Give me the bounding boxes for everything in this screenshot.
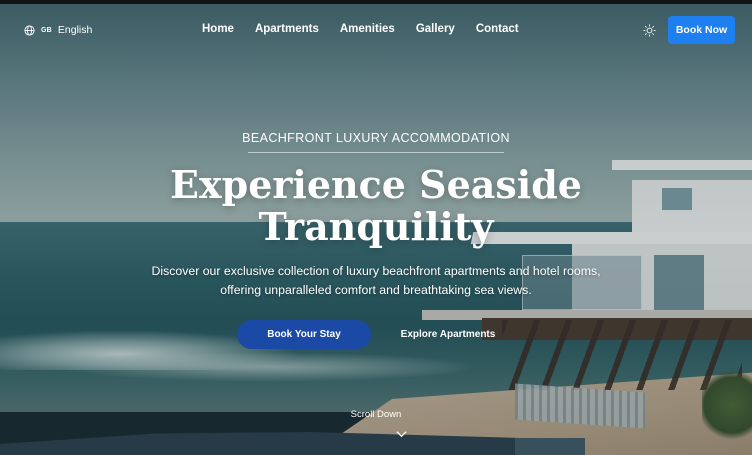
nav-link-gallery[interactable]: Gallery <box>416 23 455 35</box>
navbar: GB English Home Apartments Amenities Gal… <box>0 4 752 56</box>
hero-title-line-2: Tranquility <box>258 204 494 249</box>
nav-link-contact[interactable]: Contact <box>476 23 519 35</box>
nav-link-home[interactable]: Home <box>202 23 234 35</box>
main-menu: Home Apartments Amenities Gallery Contac… <box>202 23 519 35</box>
book-your-stay-button[interactable]: Book Your Stay <box>237 320 371 349</box>
hero-section: GB English Home Apartments Amenities Gal… <box>0 0 752 455</box>
hero-eyebrow: BEACHFRONT LUXURY ACCOMMODATION <box>242 131 510 145</box>
nav-link-apartments[interactable]: Apartments <box>255 23 319 35</box>
explore-apartments-button[interactable]: Explore Apartments <box>392 320 504 349</box>
language-label: English <box>57 24 93 36</box>
chevron-down-icon[interactable] <box>396 430 407 438</box>
eyebrow-divider <box>248 152 504 153</box>
section-divider-shape <box>515 438 585 455</box>
nav-link-amenities[interactable]: Amenities <box>340 23 395 35</box>
hero-title-line-1: Experience Seaside <box>170 162 582 207</box>
language-selector[interactable]: GB English <box>24 24 92 36</box>
scroll-down-label[interactable]: Scroll Down <box>0 409 752 420</box>
globe-icon <box>24 24 35 36</box>
language-code: GB <box>41 26 52 34</box>
hero-title: Experience Seaside Tranquility <box>0 164 752 248</box>
sun-icon[interactable] <box>643 24 656 37</box>
hero-description: Discover our exclusive collection of lux… <box>151 264 601 297</box>
book-now-button[interactable]: Book Now <box>668 16 735 44</box>
